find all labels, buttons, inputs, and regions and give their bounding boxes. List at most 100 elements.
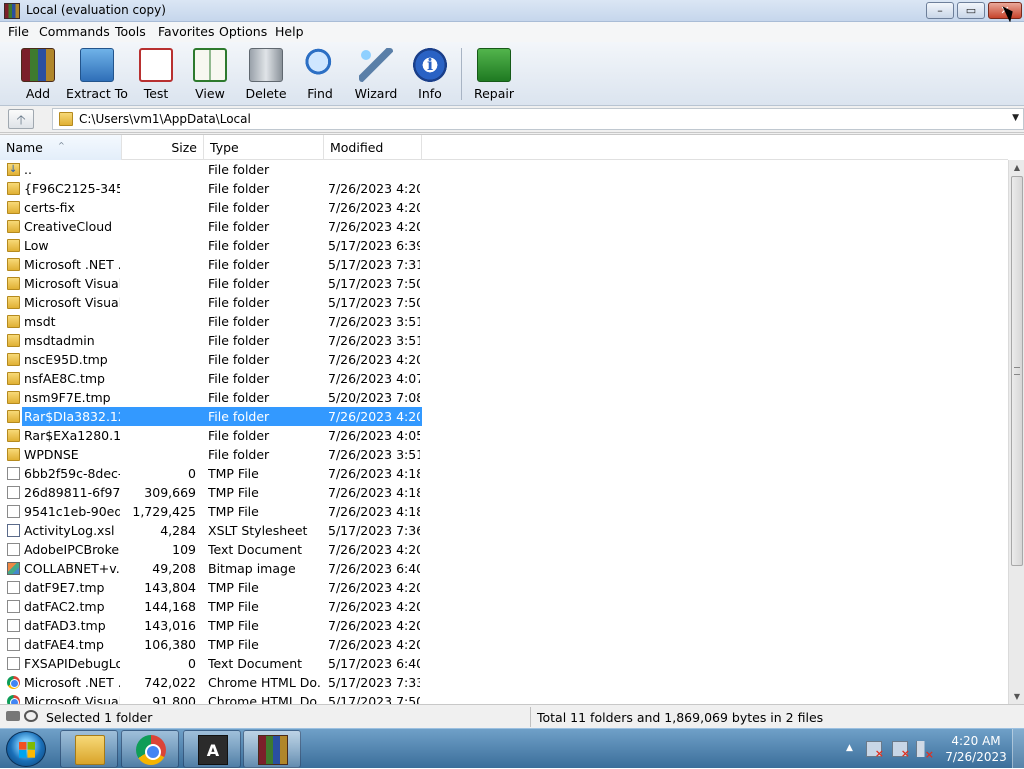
file-icon	[7, 543, 20, 556]
file-modified: 5/17/2023 7:31 ...	[328, 257, 420, 272]
file-row[interactable]: AdobeIPCBroker... 109 Text Document 7/26/20…	[0, 540, 1008, 559]
menu-help[interactable]: Help	[273, 24, 306, 39]
action-center-flag-icon[interactable]	[866, 741, 884, 760]
menu-favorites[interactable]: Favorites	[156, 24, 216, 39]
add-button[interactable]: Add	[16, 46, 60, 102]
file-rows: .. File folder {F96C2125-3458... File folde…	[0, 160, 1008, 705]
file-row[interactable]: 9541c1eb-90ed-... 1,729,425 TMP File 7/26/2…	[0, 502, 1008, 521]
column-header-type[interactable]: Type	[204, 135, 324, 160]
file-row[interactable]: datFAC2.tmp 144,168 TMP File 7/26/2023 4:20…	[0, 597, 1008, 616]
column-header-size[interactable]: Size	[122, 135, 204, 160]
file-row[interactable]: Microsoft Visual... File folder 5/17/2023 …	[0, 293, 1008, 312]
scroll-thumb[interactable]	[1011, 176, 1023, 566]
test-button[interactable]: Test	[134, 46, 178, 102]
show-desktop-button[interactable]	[1012, 729, 1024, 769]
key-icon[interactable]	[24, 710, 38, 722]
file-name: Microsoft Visual...	[24, 276, 120, 291]
wizard-button[interactable]: Wizard	[352, 46, 400, 102]
taskbar-explorer-button[interactable]	[60, 730, 118, 768]
minimize-icon: –	[937, 4, 943, 17]
file-list: Name ^ Size Type Modified ..File folder{…	[0, 134, 1024, 705]
file-row[interactable]: 26d89811-6f97-4... 309,669 TMP File 7/26/20…	[0, 483, 1008, 502]
file-row[interactable]: nsm9F7E.tmp File folder 5/20/2023 7:08 ...	[0, 388, 1008, 407]
column-header-name[interactable]: Name ^	[0, 135, 122, 160]
folder-icon	[7, 429, 20, 442]
file-type: File folder	[208, 162, 270, 177]
file-size: 49,208	[152, 561, 196, 576]
file-size: 0	[188, 466, 196, 481]
menu-options[interactable]: Options	[217, 24, 269, 39]
file-row[interactable]: datFAD3.tmp 143,016 TMP File 7/26/2023 4:20…	[0, 616, 1008, 635]
file-modified: 7/26/2023 4:20 ...	[328, 409, 420, 424]
file-row[interactable]: Rar$DIa3832.121... File folder 7/26/2023 4…	[0, 407, 1008, 426]
winrar-app-icon[interactable]	[4, 3, 20, 19]
file-row[interactable]: certs-fix File folder 7/26/2023 4:20 ...	[0, 198, 1008, 217]
file-modified: 7/26/2023 4:20 ...	[328, 618, 420, 633]
menu-file[interactable]: File	[6, 24, 31, 39]
network-icon[interactable]	[892, 741, 910, 760]
maximize-button[interactable]: ▭	[957, 2, 985, 19]
file-row[interactable]: Microsoft Visual... File folder 5/17/2023 …	[0, 274, 1008, 293]
file-row[interactable]: datF9E7.tmp 143,804 TMP File 7/26/2023 4:20…	[0, 578, 1008, 597]
file-type: Chrome HTML Do...	[208, 675, 320, 690]
file-row[interactable]: COLLABNET+v... 49,208 Bitmap image 7/26/202…	[0, 559, 1008, 578]
find-button[interactable]: Find	[298, 46, 342, 102]
file-name: datFAD3.tmp	[24, 618, 106, 633]
vertical-scrollbar[interactable]: ▲ ▼	[1008, 160, 1024, 705]
minimize-button[interactable]: –	[926, 2, 954, 19]
file-row[interactable]: {F96C2125-3458... File folder 7/26/2023 4:…	[0, 179, 1008, 198]
file-size: 0	[188, 656, 196, 671]
repair-button[interactable]: Repair	[470, 46, 518, 102]
folder-icon	[7, 220, 20, 233]
file-row[interactable]: Microsoft .NET ... 742,022 Chrome HTML Do.…	[0, 673, 1008, 692]
file-row[interactable]: msdt File folder 7/26/2023 3:51 ...	[0, 312, 1008, 331]
file-row[interactable]: Low File folder 5/17/2023 6:39 ...	[0, 236, 1008, 255]
file-size: 106,380	[144, 637, 196, 652]
volume-muted-icon[interactable]	[916, 741, 934, 761]
file-row[interactable]: WPDNSE File folder 7/26/2023 3:51 ...	[0, 445, 1008, 464]
file-row[interactable]: .. File folder	[0, 160, 1008, 179]
file-row[interactable]: CreativeCloud File folder 7/26/2023 4:20 .…	[0, 217, 1008, 236]
scroll-up-arrow-icon[interactable]: ▲	[1009, 160, 1024, 176]
file-row[interactable]: nsfAE8C.tmp File folder 7/26/2023 4:07 ...	[0, 369, 1008, 388]
taskbar-adobe-button[interactable]	[183, 730, 241, 768]
column-header-modified[interactable]: Modified	[324, 135, 422, 160]
menu-tools[interactable]: Tools	[113, 24, 148, 39]
toolbar-separator	[461, 48, 462, 100]
delete-button[interactable]: Delete	[242, 46, 290, 102]
file-row[interactable]: nscE95D.tmp File folder 7/26/2023 4:20 ...	[0, 350, 1008, 369]
file-icon	[7, 581, 20, 594]
chevron-down-icon[interactable]: ▼	[1012, 113, 1019, 123]
file-modified: 5/17/2023 7:50 ...	[328, 276, 420, 291]
info-icon	[413, 48, 447, 82]
file-row[interactable]: Rar$EXa1280.181... File folder 7/26/2023 4…	[0, 426, 1008, 445]
show-hidden-icons-icon[interactable]: ▲	[846, 743, 853, 753]
file-row[interactable]: Microsoft .NET ... File folder 5/17/2023 7…	[0, 255, 1008, 274]
up-one-level-button[interactable]: 🡡	[8, 109, 34, 129]
taskbar-clock[interactable]: 4:20 AM 7/26/2023	[942, 733, 1010, 765]
menu-commands[interactable]: Commands	[37, 24, 112, 39]
extract-to-button[interactable]: Extract To	[66, 46, 128, 102]
taskbar-chrome-button[interactable]	[121, 730, 179, 768]
file-row[interactable]: datFAE4.tmp 106,380 TMP File 7/26/2023 4:20…	[0, 635, 1008, 654]
file-row[interactable]: ActivityLog.xsl 4,284 XSLT Stylesheet 5/17/…	[0, 521, 1008, 540]
path-field[interactable]: C:\Users\vm1\AppData\Local ▼	[52, 108, 1024, 130]
file-row[interactable]: 6bb2f59c-8dec-... 0 TMP File 7/26/2023 4:18…	[0, 464, 1008, 483]
file-type: Bitmap image	[208, 561, 296, 576]
title-bar[interactable]: Local (evaluation copy) – ▭ ✕	[0, 0, 1024, 23]
file-name: FXSAPIDebugLo...	[24, 656, 120, 671]
file-modified: 7/26/2023 4:18 ...	[328, 466, 420, 481]
file-type: TMP File	[208, 637, 259, 652]
file-row[interactable]: FXSAPIDebugLo... 0 Text Document 5/17/2023 …	[0, 654, 1008, 673]
toolbar: Add Extract To Test View Delete Find Wiz…	[0, 42, 1024, 106]
status-divider	[530, 707, 531, 727]
drive-icon[interactable]	[6, 711, 20, 721]
status-selection-text: Selected 1 folder	[46, 710, 153, 725]
info-button[interactable]: Info	[408, 46, 452, 102]
scroll-down-arrow-icon[interactable]: ▼	[1009, 689, 1024, 705]
file-row[interactable]: msdtadmin File folder 7/26/2023 3:51 ...	[0, 331, 1008, 350]
file-name: CreativeCloud	[24, 219, 113, 234]
view-button[interactable]: View	[186, 46, 234, 102]
start-button[interactable]	[6, 731, 46, 767]
taskbar-winrar-button[interactable]	[243, 730, 301, 768]
